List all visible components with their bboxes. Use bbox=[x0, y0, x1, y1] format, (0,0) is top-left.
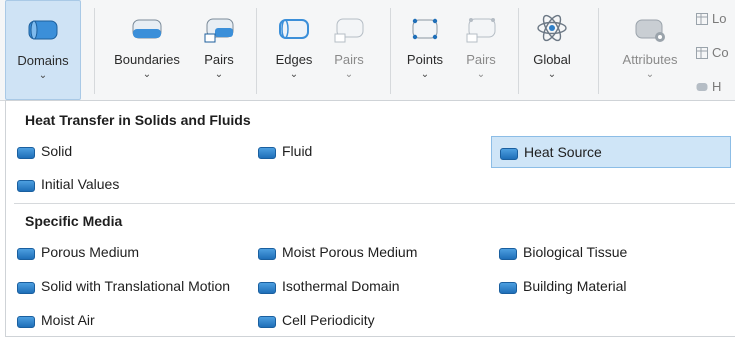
global-label: Global bbox=[533, 52, 571, 67]
domain-icon bbox=[500, 148, 518, 160]
atom-icon bbox=[537, 14, 567, 42]
attributes-icon bbox=[635, 19, 665, 42]
domains-dropdown-menu: Heat Transfer in Solids and Fluids Solid… bbox=[5, 100, 735, 337]
table-icon bbox=[696, 47, 708, 59]
chevron-down-icon: ⌄ bbox=[476, 69, 486, 80]
edges-icon bbox=[279, 19, 309, 39]
pairs-label: Pairs bbox=[466, 52, 496, 67]
menu-item-building-material[interactable]: Building Material bbox=[491, 271, 731, 303]
menu-item-solid-translational-motion[interactable]: Solid with Translational Motion bbox=[9, 271, 247, 303]
global-button[interactable]: Global ⌄ bbox=[526, 0, 578, 100]
menu-item-porous-medium[interactable]: Porous Medium bbox=[9, 237, 247, 269]
boundary-cylinder-icon bbox=[132, 19, 162, 39]
domain-icon bbox=[258, 147, 276, 159]
attributes-label: Attributes bbox=[622, 52, 678, 67]
menu-item-biological-tissue[interactable]: Biological Tissue bbox=[491, 237, 731, 269]
domain-icon bbox=[17, 248, 35, 260]
chevron-down-icon: ⌄ bbox=[344, 69, 354, 80]
side-label-1: Lo bbox=[712, 11, 727, 26]
domains-label: Domains bbox=[17, 53, 69, 68]
edge-pairs-button[interactable]: Pairs ⌄ bbox=[326, 0, 372, 100]
edge-pairs-icon bbox=[334, 18, 364, 43]
menu-item-moist-porous-medium[interactable]: Moist Porous Medium bbox=[250, 237, 480, 269]
boundary-pairs-button[interactable]: Pairs ⌄ bbox=[196, 0, 242, 100]
section-title-specific-media: Specific Media bbox=[25, 213, 123, 229]
menu-divider bbox=[14, 203, 735, 204]
menu-item-heat-source[interactable]: Heat Source bbox=[491, 136, 731, 168]
chevron-down-icon: ⌄ bbox=[38, 70, 48, 81]
section-title-heat-transfer: Heat Transfer in Solids and Fluids bbox=[25, 112, 251, 128]
pairs-label: Pairs bbox=[334, 52, 364, 67]
chevron-down-icon: ⌄ bbox=[645, 69, 655, 80]
menu-item-isothermal-domain[interactable]: Isothermal Domain bbox=[250, 271, 480, 303]
ribbon-separator bbox=[598, 8, 599, 94]
domain-icon bbox=[17, 180, 35, 192]
domain-icon bbox=[17, 316, 35, 328]
chevron-down-icon: ⌄ bbox=[547, 69, 557, 80]
points-button[interactable]: Points ⌄ bbox=[398, 0, 452, 100]
boundaries-button[interactable]: Boundaries ⌄ bbox=[104, 0, 190, 100]
point-pairs-button[interactable]: Pairs ⌄ bbox=[458, 0, 504, 100]
ribbon-separator bbox=[256, 8, 257, 94]
edges-label: Edges bbox=[275, 52, 313, 67]
domain-cylinder-icon bbox=[28, 20, 58, 40]
ribbon-toolbar: Domains ⌄ Boundaries ⌄ Pairs ⌄ Edges ⌄ P… bbox=[0, 0, 735, 101]
menu-item-initial-values[interactable]: Initial Values bbox=[9, 169, 239, 201]
chevron-down-icon: ⌄ bbox=[289, 69, 299, 80]
points-icon bbox=[412, 18, 438, 40]
menu-item-fluid[interactable]: Fluid bbox=[250, 136, 480, 168]
chevron-down-icon: ⌄ bbox=[142, 69, 152, 80]
points-label: Points bbox=[406, 52, 444, 67]
domain-icon bbox=[258, 282, 276, 294]
domain-icon bbox=[499, 282, 517, 294]
ribbon-separator bbox=[94, 8, 95, 94]
domain-icon bbox=[696, 83, 708, 91]
boundaries-label: Boundaries bbox=[114, 52, 180, 67]
chevron-down-icon: ⌄ bbox=[420, 69, 430, 80]
table-icon bbox=[696, 13, 708, 25]
menu-item-moist-air[interactable]: Moist Air bbox=[9, 305, 247, 337]
side-label-2: Co bbox=[712, 45, 729, 60]
pairs-label: Pairs bbox=[204, 52, 234, 67]
domain-icon bbox=[499, 248, 517, 260]
domain-icon bbox=[17, 282, 35, 294]
ribbon-separator bbox=[518, 8, 519, 94]
domain-icon bbox=[258, 316, 276, 328]
point-pairs-icon bbox=[466, 18, 496, 43]
ribbon-separator bbox=[390, 8, 391, 94]
menu-item-cell-periodicity[interactable]: Cell Periodicity bbox=[250, 305, 480, 337]
attributes-button[interactable]: Attributes ⌄ bbox=[612, 0, 688, 100]
boundary-pairs-icon bbox=[204, 18, 234, 43]
menu-item-solid[interactable]: Solid bbox=[9, 136, 239, 168]
side-label-3: H bbox=[712, 79, 722, 94]
domains-button[interactable]: Domains ⌄ bbox=[5, 0, 81, 100]
domain-icon bbox=[17, 147, 35, 159]
domain-icon bbox=[258, 248, 276, 260]
chevron-down-icon: ⌄ bbox=[214, 69, 224, 80]
edges-button[interactable]: Edges ⌄ bbox=[266, 0, 322, 100]
